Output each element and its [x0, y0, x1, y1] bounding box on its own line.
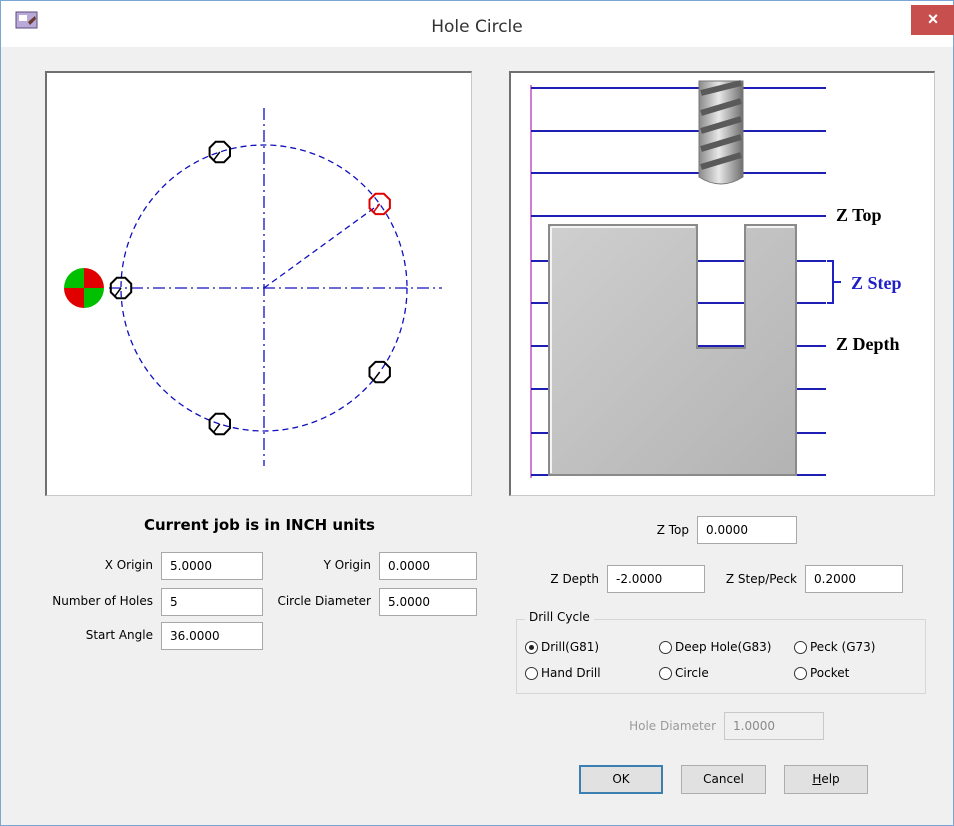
number-of-holes-label: Number of Holes — [52, 594, 153, 608]
z-depth-field-label: Z Depth — [550, 572, 599, 586]
radio-peck-g73[interactable]: Peck (G73) — [794, 640, 875, 654]
radio-icon — [794, 640, 807, 654]
z-step-peck-field[interactable] — [805, 565, 903, 593]
drill-cycle-title: Drill Cycle — [525, 610, 594, 624]
x-origin-field[interactable] — [161, 552, 263, 580]
z-depth-field[interactable] — [607, 565, 705, 593]
radio-drill-g81[interactable]: Drill(G81) — [525, 640, 599, 654]
hole-step-lines — [699, 260, 743, 304]
cancel-button[interactable]: Cancel — [681, 765, 766, 794]
origin-marker — [64, 268, 104, 308]
radio-pocket[interactable]: Pocket — [794, 666, 849, 680]
start-angle-radius — [263, 203, 381, 289]
end-mill-icon — [698, 80, 744, 185]
z-step-peck-label: Z Step/Peck — [725, 572, 797, 586]
hole-marker — [368, 360, 391, 384]
radio-hand-drill[interactable]: Hand Drill — [525, 666, 601, 680]
y-origin-field[interactable] — [379, 552, 477, 580]
radio-deep-hole-g83[interactable]: Deep Hole(G83) — [659, 640, 771, 654]
hole-marker — [368, 192, 391, 216]
title-bar: Hole Circle × — [1, 1, 954, 47]
radio-label: Deep Hole(G83) — [675, 640, 772, 654]
radio-selected-icon — [525, 640, 538, 654]
hole-circle-preview — [45, 71, 472, 496]
hole-diameter-field — [724, 712, 824, 740]
radio-icon — [659, 640, 672, 654]
radio-label: Drill(G81) — [541, 640, 600, 654]
hole-marker — [208, 140, 231, 164]
radio-label: Peck (G73) — [810, 640, 876, 654]
hole-marker — [208, 412, 231, 436]
units-heading: Current job is in INCH units — [144, 516, 375, 534]
radio-icon — [525, 666, 538, 680]
help-button[interactable]: Help — [784, 765, 868, 794]
radio-label: Pocket — [810, 666, 850, 680]
z-depth-illustration: Z Top Z Step Z Depth — [530, 80, 902, 478]
circle-diameter-label: Circle Diameter — [277, 594, 371, 608]
x-origin-label: X Origin — [104, 558, 153, 572]
z-top-field-label: Z Top — [656, 523, 689, 537]
radio-icon — [659, 666, 672, 680]
hole-circle-dialog: Hole Circle × Z Top Z Step Z Depth Curre… — [0, 0, 954, 826]
y-origin-label: Y Origin — [323, 558, 371, 572]
hole-diameter-label: Hole Diameter — [629, 719, 716, 733]
z-step-label: Z Step — [851, 273, 902, 293]
radio-icon — [794, 666, 807, 680]
hole-circle-diagram — [64, 108, 442, 466]
radio-label: Hand Drill — [541, 666, 601, 680]
start-angle-label: Start Angle — [85, 628, 153, 642]
z-depth-label: Z Depth — [836, 334, 900, 354]
number-of-holes-field[interactable] — [161, 588, 263, 616]
help-label: elp — [821, 772, 840, 786]
circle-diameter-field[interactable] — [379, 588, 477, 616]
z-top-label: Z Top — [836, 205, 882, 225]
radio-circle[interactable]: Circle — [659, 666, 709, 680]
window-title: Hole Circle — [431, 17, 523, 37]
drill-cycle-group — [516, 619, 926, 694]
z-step-bracket — [827, 260, 841, 304]
ok-button[interactable]: OK — [579, 765, 663, 794]
start-angle-field[interactable] — [161, 622, 263, 650]
z-depth-diagram: Z Top Z Step Z Depth — [509, 71, 935, 496]
close-button[interactable]: × — [911, 5, 954, 35]
workpiece-block — [548, 224, 797, 476]
radio-label: Circle — [675, 666, 709, 680]
help-mnemonic: H — [812, 772, 822, 786]
z-top-field[interactable] — [697, 516, 797, 544]
